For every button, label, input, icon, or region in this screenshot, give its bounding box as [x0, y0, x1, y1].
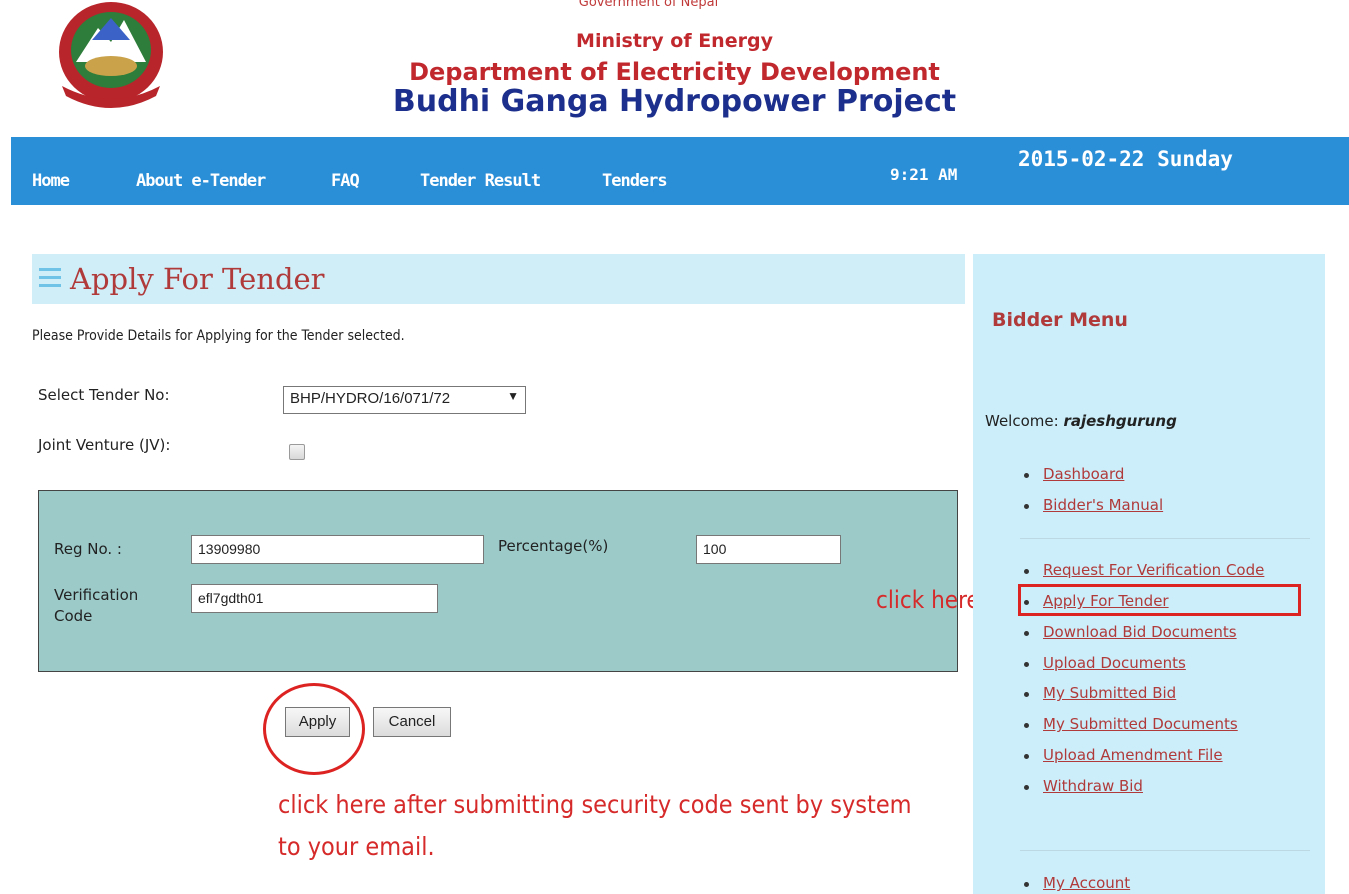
- apply-for-tender-highlight-box: [1018, 584, 1301, 616]
- instructions-text: Please Provide Details for Applying for …: [32, 328, 405, 344]
- ministry-label: Ministry of Energy: [576, 30, 773, 52]
- reg-no-label: Reg No. :: [54, 540, 122, 558]
- verification-code-input[interactable]: efl7gdth01: [191, 584, 438, 613]
- sidebar-item-withdraw-bid[interactable]: Withdraw Bid: [1043, 777, 1143, 795]
- sidebar-divider: [1020, 850, 1310, 851]
- government-label: Government of Nepal: [578, 0, 719, 10]
- clock-time: 9:21 AM: [890, 165, 958, 184]
- sidebar-item-my-account[interactable]: My Account: [1043, 874, 1130, 892]
- welcome-prefix: Welcome:: [985, 412, 1059, 430]
- sidebar-item-upload-amendment-file[interactable]: Upload Amendment File: [1043, 746, 1223, 764]
- select-tender-label: Select Tender No:: [38, 386, 170, 404]
- apply-button[interactable]: Apply: [285, 707, 350, 737]
- sidebar-item-bidders-manual[interactable]: Bidder's Manual: [1043, 496, 1163, 514]
- percentage-label: Percentage(%): [498, 537, 609, 555]
- sidebar-item-download-bid-documents[interactable]: Download Bid Documents: [1043, 623, 1237, 641]
- apply-annotation-note: click here after submitting security cod…: [278, 790, 912, 861]
- nav-tenders[interactable]: Tenders: [602, 171, 668, 191]
- tender-no-selected-value: BHP/HYDRO/16/071/72: [290, 390, 451, 407]
- current-date: 2015-02-22 Sunday: [1018, 147, 1233, 171]
- bullet-icon: [1024, 882, 1029, 887]
- side-annotation-note: click here: [876, 586, 980, 614]
- sidebar-title: Bidder Menu: [992, 309, 1128, 331]
- verification-code-label: Verification Code: [54, 586, 139, 625]
- sidebar-item-my-submitted-documents[interactable]: My Submitted Documents: [1043, 715, 1238, 733]
- bullet-icon: [1024, 785, 1029, 790]
- hamburger-menu-icon: [39, 268, 61, 288]
- nav-faq[interactable]: FAQ: [331, 171, 360, 191]
- bullet-icon: [1024, 754, 1029, 759]
- nav-home[interactable]: Home: [32, 171, 70, 191]
- sidebar-item-upload-documents[interactable]: Upload Documents: [1043, 654, 1186, 672]
- bullet-icon: [1024, 473, 1029, 478]
- department-label: Department of Electricity Development: [409, 58, 940, 86]
- project-title: Budhi Ganga Hydropower Project: [392, 84, 957, 119]
- bullet-icon: [1024, 692, 1029, 697]
- sidebar-item-my-submitted-bid[interactable]: My Submitted Bid: [1043, 684, 1176, 702]
- bullet-icon: [1024, 723, 1029, 728]
- nav-about-etender[interactable]: About e-Tender: [136, 171, 266, 191]
- bullet-icon: [1024, 662, 1029, 667]
- percentage-input[interactable]: 100: [696, 535, 841, 564]
- bullet-icon: [1024, 569, 1029, 574]
- cancel-button[interactable]: Cancel: [373, 707, 451, 737]
- joint-venture-label: Joint Venture (JV):: [38, 436, 171, 454]
- username: rajeshgurung: [1063, 412, 1177, 430]
- sidebar-item-dashboard[interactable]: Dashboard: [1043, 465, 1124, 483]
- sidebar-divider: [1020, 538, 1310, 539]
- page-title: Apply For Tender: [70, 262, 325, 296]
- joint-venture-checkbox[interactable]: [289, 444, 305, 460]
- bullet-icon: [1024, 504, 1029, 509]
- jv-details-panel: [38, 490, 958, 672]
- reg-no-input[interactable]: 13909980: [191, 535, 484, 564]
- sidebar-item-request-verification-code[interactable]: Request For Verification Code: [1043, 561, 1264, 579]
- nav-tender-result[interactable]: Tender Result: [420, 171, 541, 191]
- dropdown-arrow-icon: ▼: [507, 389, 519, 403]
- tender-no-select[interactable]: BHP/HYDRO/16/071/72 ▼: [283, 386, 526, 414]
- welcome-text: Welcome: rajeshgurung: [985, 412, 1177, 430]
- bullet-icon: [1024, 631, 1029, 636]
